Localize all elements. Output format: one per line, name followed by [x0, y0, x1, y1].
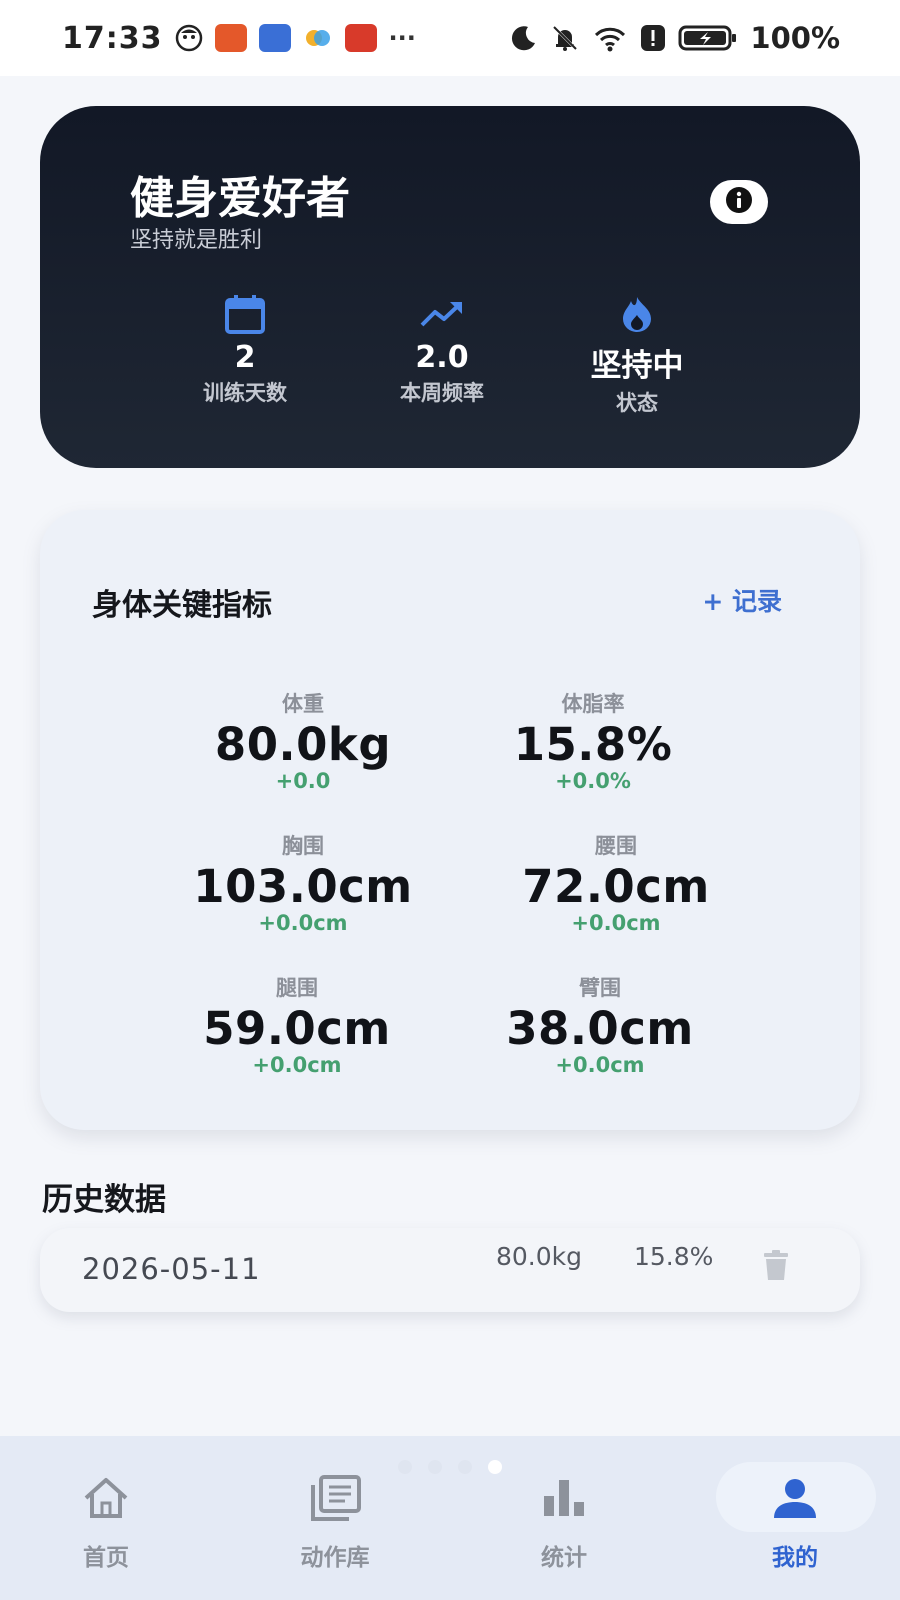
metric-waist: 腰围 72.0cm +0.0cm — [456, 830, 776, 935]
metric-value: 59.0cm — [203, 1002, 391, 1055]
stat-status: 坚持中 状态 — [557, 292, 717, 417]
battery-icon — [678, 24, 738, 52]
stat-value: 2 — [234, 340, 256, 375]
face-app-icon — [175, 24, 203, 52]
stat-training-days: 2 训练天数 — [165, 292, 325, 407]
trash-icon — [762, 1250, 790, 1286]
history-body-fat: 15.8% — [634, 1242, 714, 1271]
delete-button[interactable] — [762, 1250, 790, 1286]
battery-percent: 100% — [750, 21, 840, 55]
stat-label: 本周频率 — [400, 381, 484, 405]
app-notification-icon — [258, 24, 291, 52]
bell-off-icon — [550, 23, 580, 53]
status-bar: 17:33 ··· 100% — [0, 0, 900, 76]
info-icon — [725, 186, 753, 218]
history-title: 历史数据 — [42, 1182, 166, 1218]
nav-item-home[interactable]: 首页 — [26, 1472, 186, 1572]
nav-label: 动作库 — [300, 1545, 370, 1571]
browser-app-icon — [303, 24, 333, 52]
profile-title: 健身爱好者 — [130, 173, 350, 224]
metric-delta: +0.0cm — [555, 1053, 645, 1077]
stat-value: 2.0 — [415, 340, 469, 375]
person-icon — [715, 1472, 875, 1524]
metric-delta: +0.0 — [275, 769, 331, 793]
metric-label: 胸围 — [282, 834, 324, 858]
metric-chest: 胸围 103.0cm +0.0cm — [143, 830, 463, 935]
metric-value: 15.8% — [513, 718, 673, 771]
metric-value: 103.0cm — [193, 860, 413, 913]
status-time: 17:33 — [62, 20, 163, 56]
trending-up-icon — [362, 292, 522, 336]
stat-weekly-frequency: 2.0 本周频率 — [362, 292, 522, 407]
stat-label: 状态 — [616, 391, 658, 415]
nav-label: 我的 — [772, 1545, 818, 1571]
bar-chart-icon — [484, 1472, 644, 1524]
nav-label: 首页 — [83, 1545, 129, 1571]
page-dot[interactable] — [428, 1460, 442, 1474]
wifi-icon — [592, 23, 628, 53]
profile-subtitle: 坚持就是胜利 — [130, 228, 263, 253]
page-dot-active[interactable] — [488, 1460, 502, 1474]
page-indicator — [398, 1460, 502, 1474]
history-date: 2026-05-11 — [82, 1252, 261, 1286]
alert-icon — [640, 24, 666, 52]
metric-value: 38.0cm — [506, 1002, 694, 1055]
stat-value: 坚持中 — [590, 348, 684, 384]
info-button[interactable] — [710, 180, 768, 224]
add-record-button[interactable]: + 记录 — [702, 582, 782, 618]
metric-arm: 臂围 38.0cm +0.0cm — [440, 972, 760, 1077]
metric-delta: +0.0cm — [571, 911, 661, 935]
moon-icon — [508, 23, 538, 53]
app-notification-icon — [214, 24, 247, 52]
page-dot[interactable] — [458, 1460, 472, 1474]
metric-delta: +0.0cm — [258, 911, 348, 935]
history-weight: 80.0kg — [496, 1242, 583, 1271]
nav-label: 统计 — [541, 1545, 587, 1571]
history-row[interactable]: 2026-05-11 80.0kg 15.8% — [40, 1228, 860, 1312]
nav-item-library[interactable]: 动作库 — [255, 1472, 415, 1572]
metric-label: 体重 — [282, 692, 324, 716]
home-icon — [26, 1472, 186, 1524]
metric-label: 腿围 — [276, 976, 318, 1000]
stat-label: 训练天数 — [203, 381, 287, 405]
metric-body-fat: 体脂率 15.8% +0.0% — [433, 688, 753, 793]
metric-label: 腰围 — [595, 834, 637, 858]
metric-value: 80.0kg — [214, 718, 392, 771]
metric-delta: +0.0% — [555, 769, 631, 793]
video-app-icon — [344, 24, 377, 52]
metric-label: 臂围 — [579, 976, 621, 1000]
body-metrics-card: 身体关键指标 + 记录 体重 80.0kg +0.0 体脂率 15.8% +0.… — [40, 510, 860, 1130]
metric-delta: +0.0cm — [252, 1053, 342, 1077]
metrics-title: 身体关键指标 — [92, 588, 272, 623]
metric-thigh: 腿围 59.0cm +0.0cm — [137, 972, 457, 1077]
profile-card: 健身爱好者 坚持就是胜利 2 训练天数 2.0 本周频率 坚持中 状态 — [40, 106, 860, 468]
library-icon — [255, 1472, 415, 1524]
flame-icon — [557, 292, 717, 336]
metric-label: 体脂率 — [561, 692, 625, 716]
more-notifications: ··· — [388, 24, 416, 52]
nav-item-profile[interactable]: 我的 — [715, 1472, 875, 1572]
calendar-icon — [165, 292, 325, 336]
page-dot[interactable] — [398, 1460, 412, 1474]
metric-value: 72.0cm — [522, 860, 710, 913]
nav-item-stats[interactable]: 统计 — [484, 1472, 644, 1572]
metric-weight: 体重 80.0kg +0.0 — [143, 688, 463, 793]
